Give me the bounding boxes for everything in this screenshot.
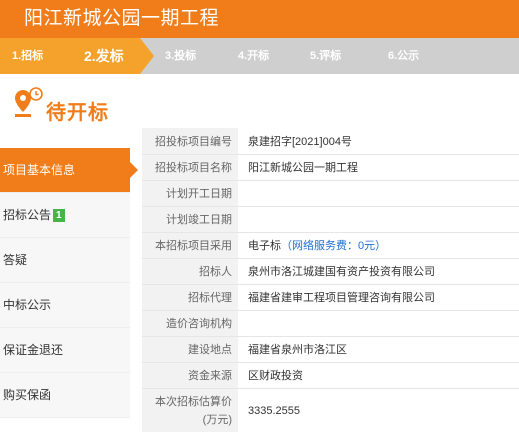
table-row: 建设地点 福建省泉州市洛江区 [142,336,519,363]
sidebar: 项目基本信息 招标公告 1 答疑 中标公示 保证金退还 购买保函 [0,148,138,418]
sidebar-item-label: 答疑 [3,253,28,267]
table-row: 计划竣工日期 [142,206,519,233]
status-title: 待开标 [46,102,109,124]
sidebar-item-label: 保证金退还 [3,343,64,357]
table-row: 招投标项目编号 泉建招字[2021]004号 [142,128,519,155]
table-row: 计划开工日期 [142,180,519,207]
count-badge: 1 [53,209,65,222]
sidebar-item-tender-notice[interactable]: 招标公告 1 [0,193,130,238]
field-label: 招标代理 [142,284,238,311]
field-label-line: 本次招标估算价 [155,395,232,408]
field-value: 福建省建审工程项目管理咨询有限公司 [238,284,519,311]
pin-clock-icon [14,86,44,123]
field-label: 造价咨询机构 [142,310,238,337]
field-value: 电子标（网络服务费：0元） [238,232,519,259]
field-value: 3335.2555 [238,388,519,432]
sidebar-item-label: 中标公示 [3,298,52,312]
project-info-table: 招投标项目编号 泉建招字[2021]004号 招投标项目名称 阳江新城公园一期工… [142,128,519,432]
table-row: 本招标项目采用 电子标（网络服务费：0元） [142,232,519,259]
step-4: 4.开标 [238,50,270,62]
step-1: 1.招标 [12,50,44,62]
sidebar-item-label: 购买保函 [3,388,52,402]
field-label: 建设地点 [142,336,238,363]
step-2: 2.发标 [84,48,124,64]
field-value [238,180,519,207]
tender-mode: 电子标 [248,240,281,252]
project-title: 阳江新城公园一期工程 [24,8,220,29]
field-value: 泉建招字[2021]004号 [238,128,519,155]
field-value: 泉州市洛江城建国有资产投资有限公司 [238,258,519,285]
sidebar-item-award-notice[interactable]: 中标公示 [0,283,130,328]
field-label: 招标人 [142,258,238,285]
table-row: 造价咨询机构 [142,310,519,337]
step-6: 6.公示 [388,50,420,62]
field-value: 阳江新城公园一期工程 [238,154,519,181]
sidebar-item-qa[interactable]: 答疑 [0,238,130,283]
progress-steps: 1.招标 2.发标 3.投标 4.开标 5.评标 6.公示 [0,38,519,74]
field-label: 计划竣工日期 [142,206,238,233]
sidebar-item-deposit-refund[interactable]: 保证金退还 [0,328,130,373]
field-label: 资金来源 [142,362,238,389]
step-5: 5.评标 [310,50,342,62]
page-header: 阳江新城公园一期工程 [0,0,519,38]
field-value: 福建省泉州市洛江区 [238,336,519,363]
sidebar-item-project-info[interactable]: 项目基本信息 [0,148,138,193]
table-row: 招投标项目名称 阳江新城公园一期工程 [142,154,519,181]
field-value: 区财政投资 [238,362,519,389]
table-row: 招标人 泉州市洛江城建国有资产投资有限公司 [142,258,519,285]
field-label: 本招标项目采用 [142,232,238,259]
field-value [238,206,519,233]
field-label: 招投标项目编号 [142,128,238,155]
field-label: 计划开工日期 [142,180,238,207]
table-row: 本次招标估算价 (万元) 3335.2555 [142,388,519,432]
steps-arrow [140,38,154,74]
step-3: 3.投标 [165,50,197,62]
field-label: 招投标项目名称 [142,154,238,181]
table-row: 资金来源 区财政投资 [142,362,519,389]
sidebar-item-label: 招标公告 [3,208,52,222]
table-row: 招标代理 福建省建审工程项目管理咨询有限公司 [142,284,519,311]
field-label-line: (万元) [202,413,232,426]
sidebar-item-buy-guarantee[interactable]: 购买保函 [0,373,130,418]
field-label: 本次招标估算价 (万元) [142,388,238,432]
service-fee-link[interactable]: （网络服务费：0元） [281,240,386,252]
sidebar-item-label: 项目基本信息 [3,163,76,177]
field-value [238,310,519,337]
